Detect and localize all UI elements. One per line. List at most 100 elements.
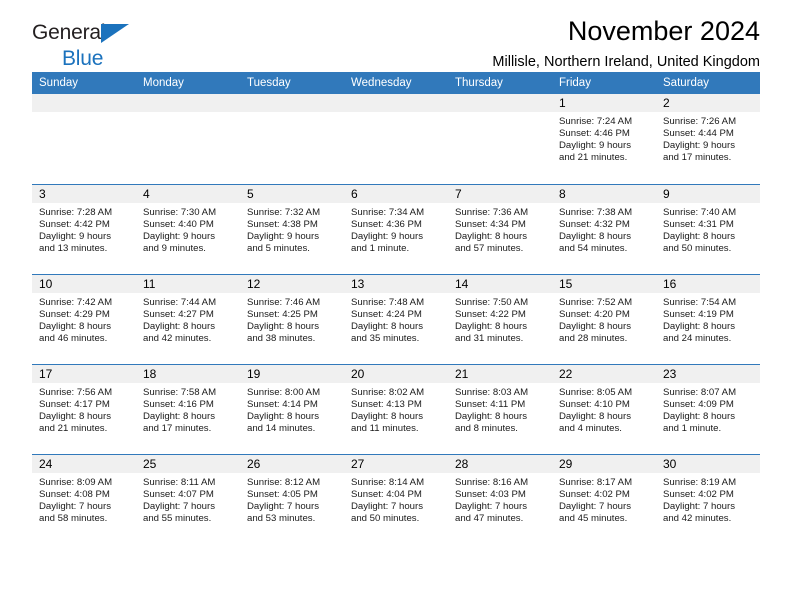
daylight-text-line1: Daylight: 7 hours bbox=[663, 500, 735, 512]
calendar-day-cell[interactable]: 14 Sunrise: 7:50 AM Sunset: 4:22 PM Dayligh… bbox=[448, 273, 552, 364]
daylight-text-line1: Daylight: 9 hours bbox=[143, 230, 215, 242]
sunset-text: Sunset: 4:36 PM bbox=[351, 218, 422, 230]
daylight-text-line1: Daylight: 8 hours bbox=[455, 320, 527, 332]
sunset-text: Sunset: 4:08 PM bbox=[39, 488, 110, 500]
day-cell-inner: 12 Sunrise: 7:46 AM Sunset: 4:25 PM Dayligh… bbox=[240, 274, 344, 364]
calendar-day-cell[interactable]: 11 Sunrise: 7:44 AM Sunset: 4:27 PM Dayligh… bbox=[136, 273, 240, 364]
calendar-day-cell[interactable]: 18 Sunrise: 7:58 AM Sunset: 4:16 PM Dayligh… bbox=[136, 363, 240, 454]
daylight-text-line2: and 21 minutes. bbox=[559, 152, 628, 164]
day-cell-inner: 20 Sunrise: 8:02 AM Sunset: 4:13 PM Dayligh… bbox=[344, 364, 448, 454]
day-details: Sunrise: 8:16 AM Sunset: 4:03 PM Daylight:… bbox=[448, 473, 552, 525]
calendar-day-cell[interactable]: 15 Sunrise: 7:52 AM Sunset: 4:20 PM Dayligh… bbox=[552, 273, 656, 364]
calendar-day-cell[interactable]: 17 Sunrise: 7:56 AM Sunset: 4:17 PM Dayligh… bbox=[32, 363, 136, 454]
day-cell-inner: 13 Sunrise: 7:48 AM Sunset: 4:24 PM Dayligh… bbox=[344, 274, 448, 364]
day-cell-inner: 9 Sunrise: 7:40 AM Sunset: 4:31 PM Daylight… bbox=[656, 184, 760, 274]
day-cell-inner bbox=[136, 94, 240, 184]
daylight-text-line1: Daylight: 9 hours bbox=[559, 140, 631, 152]
day-cell-inner: 5 Sunrise: 7:32 AM Sunset: 4:38 PM Daylight… bbox=[240, 184, 344, 274]
day-details: Sunrise: 7:42 AM Sunset: 4:29 PM Daylight:… bbox=[32, 293, 136, 345]
day-cell-inner: 7 Sunrise: 7:36 AM Sunset: 4:34 PM Daylight… bbox=[448, 184, 552, 274]
sunset-text: Sunset: 4:14 PM bbox=[247, 398, 318, 410]
day-cell-inner bbox=[448, 94, 552, 184]
calendar-day-cell[interactable]: 30 Sunrise: 8:19 AM Sunset: 4:02 PM Dayligh… bbox=[656, 453, 760, 545]
day-cell-inner: 28 Sunrise: 8:16 AM Sunset: 4:03 PM Dayligh… bbox=[448, 454, 552, 545]
daylight-text-line2: and 38 minutes. bbox=[247, 332, 316, 344]
day-number: 16 bbox=[656, 274, 760, 293]
calendar-day-cell[interactable]: 22 Sunrise: 8:05 AM Sunset: 4:10 PM Dayligh… bbox=[552, 363, 656, 454]
daylight-text-line2: and 28 minutes. bbox=[559, 332, 628, 344]
day-cell-inner: 30 Sunrise: 8:19 AM Sunset: 4:02 PM Dayligh… bbox=[656, 454, 760, 545]
calendar-day-cell[interactable]: 29 Sunrise: 8:17 AM Sunset: 4:02 PM Dayligh… bbox=[552, 453, 656, 544]
daylight-text-line1: Daylight: 8 hours bbox=[455, 230, 527, 242]
day-details: Sunrise: 8:11 AM Sunset: 4:07 PM Daylight:… bbox=[136, 473, 240, 525]
calendar-day-cell[interactable]: 4 Sunrise: 7:30 AM Sunset: 4:40 PM Daylight… bbox=[136, 183, 240, 274]
calendar-day-cell[interactable]: 28 Sunrise: 8:16 AM Sunset: 4:03 PM Dayligh… bbox=[448, 453, 552, 545]
sunrise-text: Sunrise: 7:54 AM bbox=[663, 296, 737, 308]
daylight-text-line1: Daylight: 8 hours bbox=[39, 410, 111, 422]
sunset-text: Sunset: 4:02 PM bbox=[663, 488, 734, 500]
calendar-day-cell[interactable]: 16 Sunrise: 7:54 AM Sunset: 4:19 PM Dayligh… bbox=[656, 273, 760, 364]
sunset-text: Sunset: 4:42 PM bbox=[39, 218, 110, 230]
calendar-day-cell[interactable]: 12 Sunrise: 7:46 AM Sunset: 4:25 PM Dayligh… bbox=[240, 273, 344, 364]
day-cell-inner: 16 Sunrise: 7:54 AM Sunset: 4:19 PM Dayligh… bbox=[656, 274, 760, 364]
calendar-day-cell[interactable]: 1 Sunrise: 7:24 AM Sunset: 4:46 PM Daylight… bbox=[552, 94, 656, 184]
day-details: Sunrise: 7:32 AM Sunset: 4:38 PM Daylight:… bbox=[240, 203, 344, 255]
day-cell-inner: 21 Sunrise: 8:03 AM Sunset: 4:11 PM Dayligh… bbox=[448, 364, 552, 454]
calendar-day-cell[interactable]: 26 Sunrise: 8:12 AM Sunset: 4:05 PM Dayligh… bbox=[240, 453, 344, 544]
daylight-text-line1: Daylight: 7 hours bbox=[39, 500, 111, 512]
day-cell-inner: 25 Sunrise: 8:11 AM Sunset: 4:07 PM Dayligh… bbox=[136, 454, 240, 545]
sunset-text: Sunset: 4:22 PM bbox=[455, 308, 526, 320]
daylight-text-line1: Daylight: 8 hours bbox=[351, 320, 423, 332]
day-number: 3 bbox=[32, 184, 136, 203]
page-title: November 2024 bbox=[567, 16, 760, 46]
sunrise-text: Sunrise: 7:46 AM bbox=[247, 296, 321, 308]
daylight-text-line1: Daylight: 8 hours bbox=[143, 320, 215, 332]
calendar-day-cell[interactable]: 5 Sunrise: 7:32 AM Sunset: 4:38 PM Daylight… bbox=[240, 183, 344, 274]
sunset-text: Sunset: 4:32 PM bbox=[559, 218, 630, 230]
calendar-day-cell[interactable]: 20 Sunrise: 8:02 AM Sunset: 4:13 PM Dayligh… bbox=[344, 363, 448, 454]
sunrise-text: Sunrise: 7:36 AM bbox=[455, 206, 529, 218]
day-details: Sunrise: 8:07 AM Sunset: 4:09 PM Daylight:… bbox=[656, 383, 760, 435]
day-number: 19 bbox=[240, 364, 344, 383]
day-number: 10 bbox=[32, 274, 136, 293]
day-cell-inner: 8 Sunrise: 7:38 AM Sunset: 4:32 PM Daylight… bbox=[552, 184, 656, 274]
day-number: 12 bbox=[240, 274, 344, 293]
calendar-day-cell[interactable]: 13 Sunrise: 7:48 AM Sunset: 4:24 PM Dayligh… bbox=[344, 273, 448, 364]
calendar-day-cell[interactable]: 21 Sunrise: 8:03 AM Sunset: 4:11 PM Dayligh… bbox=[448, 363, 552, 454]
weekday-header-sunday: Sunday bbox=[32, 72, 136, 94]
calendar-day-cell[interactable]: 23 Sunrise: 8:07 AM Sunset: 4:09 PM Dayligh… bbox=[656, 363, 760, 454]
day-number: 21 bbox=[448, 364, 552, 383]
calendar-day-cell[interactable]: 3 Sunrise: 7:28 AM Sunset: 4:42 PM Daylight… bbox=[32, 183, 136, 274]
daylight-text-line2: and 17 minutes. bbox=[143, 422, 212, 434]
day-cell-inner: 4 Sunrise: 7:30 AM Sunset: 4:40 PM Daylight… bbox=[136, 184, 240, 274]
calendar-day-cell[interactable]: 6 Sunrise: 7:34 AM Sunset: 4:36 PM Daylight… bbox=[344, 183, 448, 274]
sunrise-text: Sunrise: 7:48 AM bbox=[351, 296, 425, 308]
sunrise-text: Sunrise: 7:30 AM bbox=[143, 206, 217, 218]
calendar-day-cell[interactable]: 8 Sunrise: 7:38 AM Sunset: 4:32 PM Daylight… bbox=[552, 183, 656, 274]
page-header: General Blue November 2024 Millisle, Nor… bbox=[32, 0, 760, 72]
sunrise-text: Sunrise: 7:26 AM bbox=[663, 116, 737, 127]
calendar-day-cell[interactable]: 2 Sunrise: 7:26 AM Sunset: 4:44 PM Daylight… bbox=[656, 94, 760, 184]
calendar-day-cell[interactable]: 9 Sunrise: 7:40 AM Sunset: 4:31 PM Daylight… bbox=[656, 183, 760, 274]
calendar-day-cell[interactable]: 27 Sunrise: 8:14 AM Sunset: 4:04 PM Dayligh… bbox=[344, 453, 448, 544]
daylight-text-line2: and 31 minutes. bbox=[455, 332, 524, 344]
day-cell-inner: 15 Sunrise: 7:52 AM Sunset: 4:20 PM Dayligh… bbox=[552, 274, 656, 364]
calendar-day-cell[interactable]: 19 Sunrise: 8:00 AM Sunset: 4:14 PM Dayligh… bbox=[240, 363, 344, 454]
daylight-text-line2: and 50 minutes. bbox=[663, 242, 732, 254]
day-number: 2 bbox=[656, 94, 760, 112]
day-number: 26 bbox=[240, 454, 344, 473]
sunrise-text: Sunrise: 7:56 AM bbox=[39, 386, 113, 398]
daylight-text-line1: Daylight: 8 hours bbox=[455, 410, 527, 422]
daylight-text-line1: Daylight: 8 hours bbox=[247, 320, 319, 332]
daylight-text-line2: and 4 minutes. bbox=[559, 422, 622, 434]
calendar-cell-empty bbox=[240, 94, 344, 184]
calendar-day-cell[interactable]: 24 Sunrise: 8:09 AM Sunset: 4:08 PM Dayligh… bbox=[32, 453, 136, 544]
day-cell-inner: 6 Sunrise: 7:34 AM Sunset: 4:36 PM Daylight… bbox=[344, 184, 448, 274]
calendar-day-cell[interactable]: 10 Sunrise: 7:42 AM Sunset: 4:29 PM Dayligh… bbox=[32, 273, 136, 364]
weekday-header-monday: Monday bbox=[136, 72, 240, 94]
day-cell-inner bbox=[240, 94, 344, 184]
weekday-header-tuesday: Tuesday bbox=[240, 72, 344, 94]
calendar-day-cell[interactable]: 25 Sunrise: 8:11 AM Sunset: 4:07 PM Dayligh… bbox=[136, 453, 240, 545]
calendar-day-cell[interactable]: 7 Sunrise: 7:36 AM Sunset: 4:34 PM Daylight… bbox=[448, 183, 552, 274]
sunset-text: Sunset: 4:40 PM bbox=[143, 218, 214, 230]
